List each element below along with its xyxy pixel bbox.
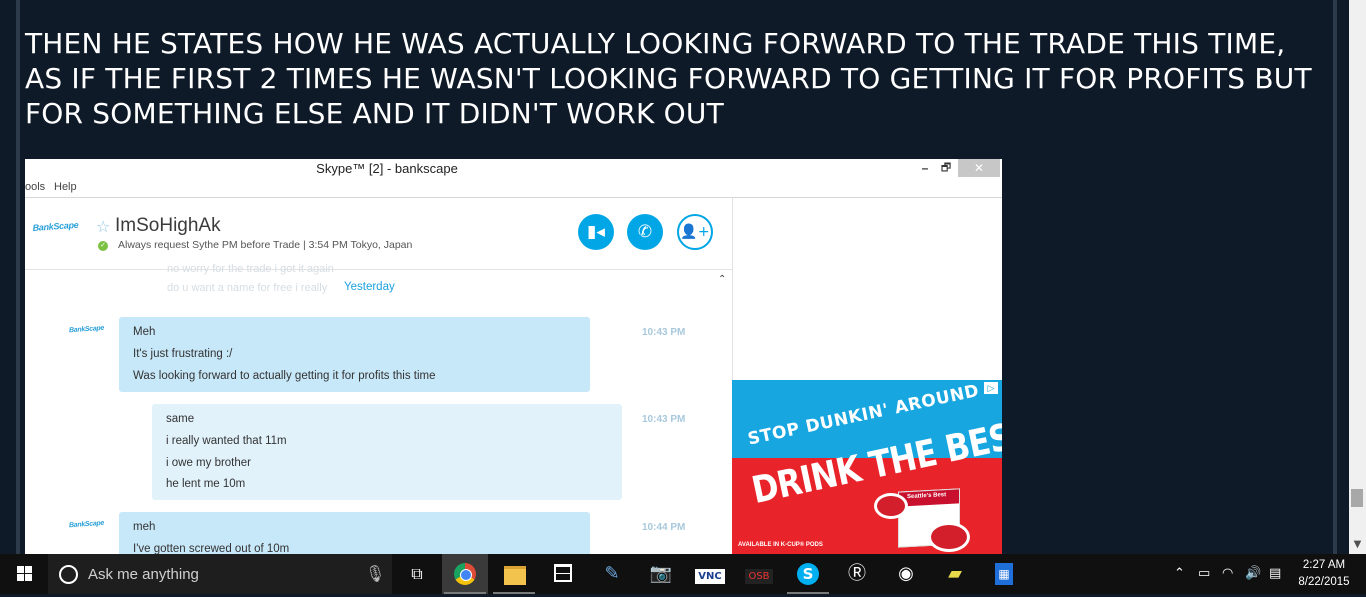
date-divider: Yesterday: [344, 281, 395, 293]
message-line: i owe my brother: [166, 457, 252, 469]
vnc-icon[interactable]: VNC: [687, 554, 733, 594]
coffee-box-band: Seattle's Best: [899, 489, 959, 507]
skype-window-title: Skype™ [2] - bankscape: [316, 161, 458, 176]
menu-tools[interactable]: ools: [25, 181, 45, 193]
cortana-search-box[interactable]: Ask me anything 🎙: [48, 554, 392, 594]
steam-icon[interactable]: ◉: [883, 554, 929, 594]
message-bubble[interactable]: Meh It's just frustrating :/ Was looking…: [119, 317, 590, 392]
clock-date: 8/22/2015: [1298, 576, 1350, 588]
skype-menubar: ools Help: [25, 179, 1002, 197]
phone-icon: ✆: [637, 222, 653, 242]
skype-window-screenshot: Skype™ [2] - bankscape – 🗗 ✕ ools Help B…: [25, 159, 1002, 554]
notifications-icon[interactable]: ▤: [1269, 554, 1281, 594]
coffee-box-label: Seattle's Best: [907, 492, 947, 501]
faded-previous-message: do u want a name for free i really: [167, 282, 328, 294]
online-status-icon: ✓: [98, 241, 108, 251]
message-line: he lent me 10m: [166, 478, 246, 490]
close-icon[interactable]: ✕: [958, 159, 1000, 177]
camera-icon[interactable]: 📷: [638, 554, 684, 594]
message-timestamp: 10:43 PM: [642, 327, 686, 338]
video-camera-icon: ▮◂: [587, 222, 605, 242]
coffee-pod-image: [928, 522, 970, 552]
contact-mood-message: Always request Sythe PM before Trade | 3…: [118, 239, 413, 251]
scroll-down-arrow-icon[interactable]: ▼: [1349, 536, 1366, 554]
runelite-icon[interactable]: Ⓡ: [834, 554, 880, 594]
message-line: Was looking forward to actually getting …: [133, 370, 436, 382]
video-call-button[interactable]: ▮◂: [578, 214, 614, 250]
ad-choices-icon[interactable]: ▷: [984, 382, 998, 394]
osb-label: OSB: [745, 569, 773, 584]
volume-icon[interactable]: 🔊: [1245, 554, 1261, 594]
advertisement-banner[interactable]: ▷ STOP DUNKIN' AROUND DRINK THE BEST Sea…: [732, 380, 1002, 554]
message-line: I've gotten screwed out of 10m: [133, 543, 290, 554]
coffee-cup-image: [874, 493, 908, 519]
ad-footer: AVAILABLE IN K-CUP® PODS: [738, 542, 823, 548]
message-timestamp: 10:44 PM: [642, 522, 686, 533]
vnc-label: VNC: [695, 569, 725, 584]
menu-help[interactable]: Help: [54, 181, 77, 193]
osb-icon[interactable]: OSB: [736, 554, 782, 594]
post-headline: THEN HE STATES HOW HE WAS ACTUALLY LOOKI…: [25, 27, 1312, 130]
message-line: i really wanted that 11m: [166, 435, 287, 447]
message-line: same: [166, 413, 195, 425]
chrome-icon[interactable]: [442, 554, 488, 594]
windows-logo-icon: [17, 566, 32, 581]
paint-icon[interactable]: ✎: [589, 554, 635, 594]
favorite-star-icon[interactable]: ☆: [96, 217, 110, 236]
chat-scrollbar[interactable]: ⌃: [715, 270, 732, 554]
clock-time: 2:27 AM: [1302, 559, 1346, 571]
voice-call-button[interactable]: ✆: [627, 214, 663, 250]
minimize-icon[interactable]: –: [915, 160, 935, 176]
file-explorer-icon[interactable]: [491, 554, 537, 594]
start-button[interactable]: [0, 554, 48, 594]
task-view-icon[interactable]: ⧉: [394, 554, 440, 594]
scroll-up-arrow-icon[interactable]: ⌃: [718, 274, 726, 285]
add-person-icon: 👤+: [680, 224, 710, 240]
contact-name[interactable]: ImSoHighAk: [115, 215, 221, 237]
add-people-button[interactable]: 👤+: [677, 214, 713, 250]
battery-icon[interactable]: ▭: [1198, 554, 1210, 594]
page-right-border: [1333, 0, 1337, 554]
maximize-icon[interactable]: 🗗: [935, 160, 957, 176]
message-line: meh: [133, 521, 156, 533]
message-timestamp: 10:43 PM: [642, 414, 686, 425]
scrollbar-thumb[interactable]: [1351, 489, 1363, 507]
message-bubble[interactable]: meh I've gotten screwed out of 10m: [119, 512, 590, 554]
show-hidden-icons[interactable]: ⌃: [1174, 554, 1185, 594]
message-line: It's just frustrating :/: [133, 348, 233, 360]
browser-scrollbar[interactable]: [1349, 0, 1366, 554]
contact-avatar[interactable]: BankScape: [32, 219, 89, 245]
windows-taskbar: Ask me anything 🎙 ⧉ ✎ 📷 VNC OSB S Ⓡ ◉ ▰ …: [0, 554, 1366, 594]
skype-titlebar: Skype™ [2] - bankscape – 🗗 ✕: [25, 159, 1002, 179]
cortana-icon: [59, 565, 78, 584]
wifi-icon[interactable]: ◠: [1222, 554, 1233, 594]
search-placeholder: Ask me anything: [88, 566, 199, 583]
calculator-icon[interactable]: ▦: [981, 554, 1027, 594]
microphone-icon[interactable]: 🎙: [365, 564, 385, 584]
message-bubble-own[interactable]: same i really wanted that 11m i owe my b…: [152, 404, 622, 500]
message-line: Meh: [133, 326, 156, 338]
taskbar-clock[interactable]: 2:27 AM 8/22/2015: [1288, 557, 1360, 591]
store-icon[interactable]: [540, 554, 586, 594]
skype-taskbar-icon[interactable]: S: [785, 554, 831, 594]
page-left-border: [16, 0, 20, 554]
folder-icon[interactable]: ▰: [932, 554, 978, 594]
faded-previous-message: no worry for the trade i got it again: [167, 263, 334, 275]
